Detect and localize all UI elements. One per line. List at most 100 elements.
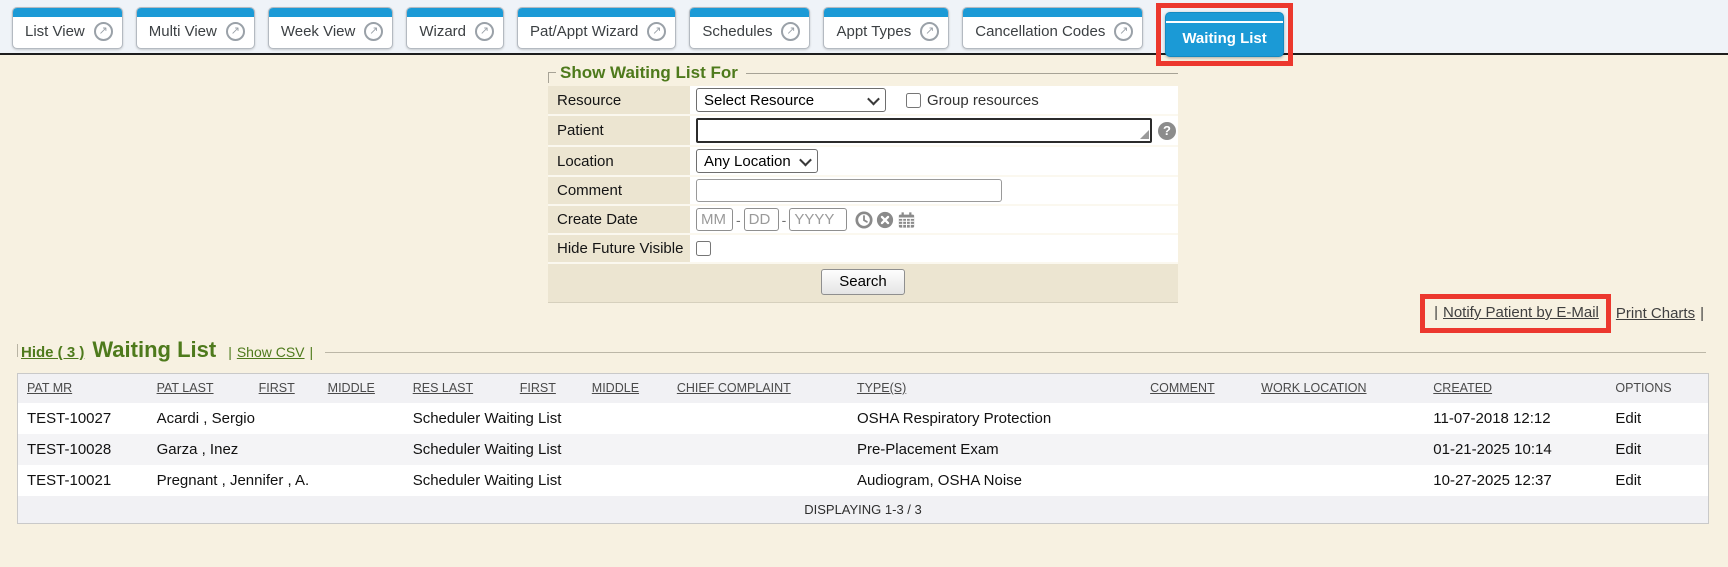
cell-middle	[324, 465, 409, 496]
popout-arrow-icon[interactable]: ↗	[647, 22, 666, 41]
cell-comment	[1146, 434, 1257, 465]
popout-arrow-icon[interactable]: ↗	[475, 22, 494, 41]
tab-wizard[interactable]: Wizard ↗	[406, 7, 504, 49]
tab-bar: List View ↗ Multi View ↗ Week View ↗ Wiz…	[0, 0, 1728, 55]
show-csv-link[interactable]: Show CSV	[237, 344, 305, 360]
print-charts-link[interactable]: Print Charts	[1616, 305, 1695, 322]
displaying-count: DISPLAYING 1-3 / 3	[18, 496, 1709, 524]
column-header-res-first[interactable]: FIRST	[516, 374, 588, 404]
clear-date-icon[interactable]	[876, 211, 894, 229]
form-legend-row: Show Waiting List For	[548, 62, 1178, 86]
notify-patient-by-email-link[interactable]: Notify Patient by E-Mail	[1443, 304, 1599, 321]
location-select[interactable]: Any Location	[696, 149, 818, 173]
popout-arrow-icon[interactable]: ↗	[94, 22, 113, 41]
form-body: Resource Select Resource Group resources…	[548, 86, 1178, 303]
tab-label: Pat/Appt Wizard	[530, 23, 638, 40]
cell-chief-complaint	[673, 403, 853, 434]
cell-res-middle	[588, 465, 673, 496]
popout-arrow-icon[interactable]: ↗	[364, 22, 383, 41]
create-date-month-input[interactable]	[696, 208, 733, 231]
column-header-types[interactable]: TYPE(S)	[853, 374, 1146, 404]
waiting-list-table: PAT MR PAT LAST FIRST MIDDLE RES LAST FI…	[17, 373, 1709, 524]
column-header-middle[interactable]: MIDDLE	[324, 374, 409, 404]
pipe-separator: |	[1434, 304, 1438, 321]
column-header-first[interactable]: FIRST	[255, 374, 324, 404]
patient-field-wrap	[696, 118, 1152, 143]
hide-count-link[interactable]: Hide ( 3 )	[21, 344, 84, 361]
chevron-down-icon	[799, 153, 812, 166]
fieldset-corner	[17, 344, 18, 357]
tab-label: List View	[25, 23, 85, 40]
tab-appt-types[interactable]: Appt Types ↗	[823, 7, 949, 49]
form-row-patient: Patient ?	[548, 116, 1178, 147]
cell-created: 01-21-2025 10:14	[1429, 434, 1611, 465]
fieldset-top-border	[325, 352, 1706, 353]
cell-pat-mr: TEST-10021	[18, 465, 153, 496]
group-resources-label: Group resources	[927, 92, 1039, 109]
column-header-res-last[interactable]: RES LAST	[409, 374, 516, 404]
popout-arrow-icon[interactable]: ↗	[920, 22, 939, 41]
group-resources-checkbox[interactable]	[906, 93, 921, 108]
form-row-hide-future: Hide Future Visible	[548, 235, 1178, 264]
tab-label: Week View	[281, 23, 355, 40]
cell-chief-complaint	[673, 434, 853, 465]
column-header-pat-last[interactable]: PAT LAST	[153, 374, 255, 404]
tab-label: Multi View	[149, 23, 217, 40]
popout-arrow-icon[interactable]: ↗	[226, 22, 245, 41]
tab-accent-strip	[269, 8, 392, 17]
tab-cancellation-codes[interactable]: Cancellation Codes ↗	[962, 7, 1143, 49]
form-row-create-date: Create Date - -	[548, 206, 1178, 235]
cell-middle	[324, 434, 409, 465]
column-header-work-location[interactable]: WORK LOCATION	[1257, 374, 1429, 404]
tab-schedules[interactable]: Schedules ↗	[689, 7, 810, 49]
edit-link[interactable]: Edit	[1615, 410, 1641, 427]
cell-pat-name: Pregnant , Jennifer , A.	[153, 465, 255, 496]
popout-arrow-icon[interactable]: ↗	[781, 22, 800, 41]
calendar-icon[interactable]	[897, 211, 916, 229]
edit-link[interactable]: Edit	[1615, 472, 1641, 489]
popout-arrow-icon[interactable]: ↗	[1114, 22, 1133, 41]
tab-multi-view[interactable]: Multi View ↗	[136, 7, 255, 49]
tab-pat-appt-wizard[interactable]: Pat/Appt Wizard ↗	[517, 7, 676, 49]
clock-icon[interactable]	[855, 211, 873, 229]
tab-accent-strip	[407, 8, 503, 17]
cell-pat-mr: TEST-10028	[18, 434, 153, 465]
create-date-day-input[interactable]	[744, 208, 779, 231]
tab-accent-strip	[1166, 13, 1282, 23]
pipe-separator: |	[228, 344, 232, 360]
help-icon[interactable]: ?	[1158, 122, 1176, 140]
fieldset-corner	[548, 72, 556, 83]
form-row-comment: Comment	[548, 177, 1178, 206]
column-header-created[interactable]: CREATED	[1429, 374, 1611, 404]
cell-types: Audiogram, OSHA Noise	[853, 465, 1146, 496]
comment-input[interactable]	[696, 179, 1002, 202]
tab-week-view[interactable]: Week View ↗	[268, 7, 393, 49]
cell-res-middle	[588, 434, 673, 465]
form-footer: Search	[548, 264, 1178, 302]
column-header-chief-complaint[interactable]: CHIEF COMPLAINT	[673, 374, 853, 404]
cell-types: Pre-Placement Exam	[853, 434, 1146, 465]
tab-accent-strip	[137, 8, 254, 17]
create-date-year-input[interactable]	[789, 208, 847, 231]
tab-list-view[interactable]: List View ↗	[12, 7, 123, 49]
date-separator: -	[736, 212, 741, 228]
hide-future-visible-label: Hide Future Visible	[548, 235, 690, 262]
hide-future-visible-checkbox[interactable]	[696, 241, 711, 256]
chevron-down-icon	[867, 92, 880, 105]
patient-input[interactable]	[696, 118, 1152, 143]
tab-waiting-list[interactable]: Waiting List	[1165, 12, 1283, 57]
table-header-row: PAT MR PAT LAST FIRST MIDDLE RES LAST FI…	[18, 374, 1709, 404]
resource-select[interactable]: Select Resource	[696, 88, 886, 112]
location-select-value: Any Location	[704, 153, 791, 170]
waiting-list-header: Hide ( 3 ) Waiting List | Show CSV |	[17, 337, 1706, 363]
column-header-options: OPTIONS	[1611, 374, 1708, 404]
edit-link[interactable]: Edit	[1615, 441, 1641, 458]
pipe-separator: |	[310, 344, 314, 360]
tab-label: Appt Types	[836, 23, 911, 40]
form-row-location: Location Any Location	[548, 147, 1178, 177]
column-header-comment[interactable]: COMMENT	[1146, 374, 1257, 404]
column-header-res-middle[interactable]: MIDDLE	[588, 374, 673, 404]
column-header-pat-mr[interactable]: PAT MR	[18, 374, 153, 404]
cell-created: 11-07-2018 12:12	[1429, 403, 1611, 434]
search-button[interactable]: Search	[821, 269, 905, 295]
